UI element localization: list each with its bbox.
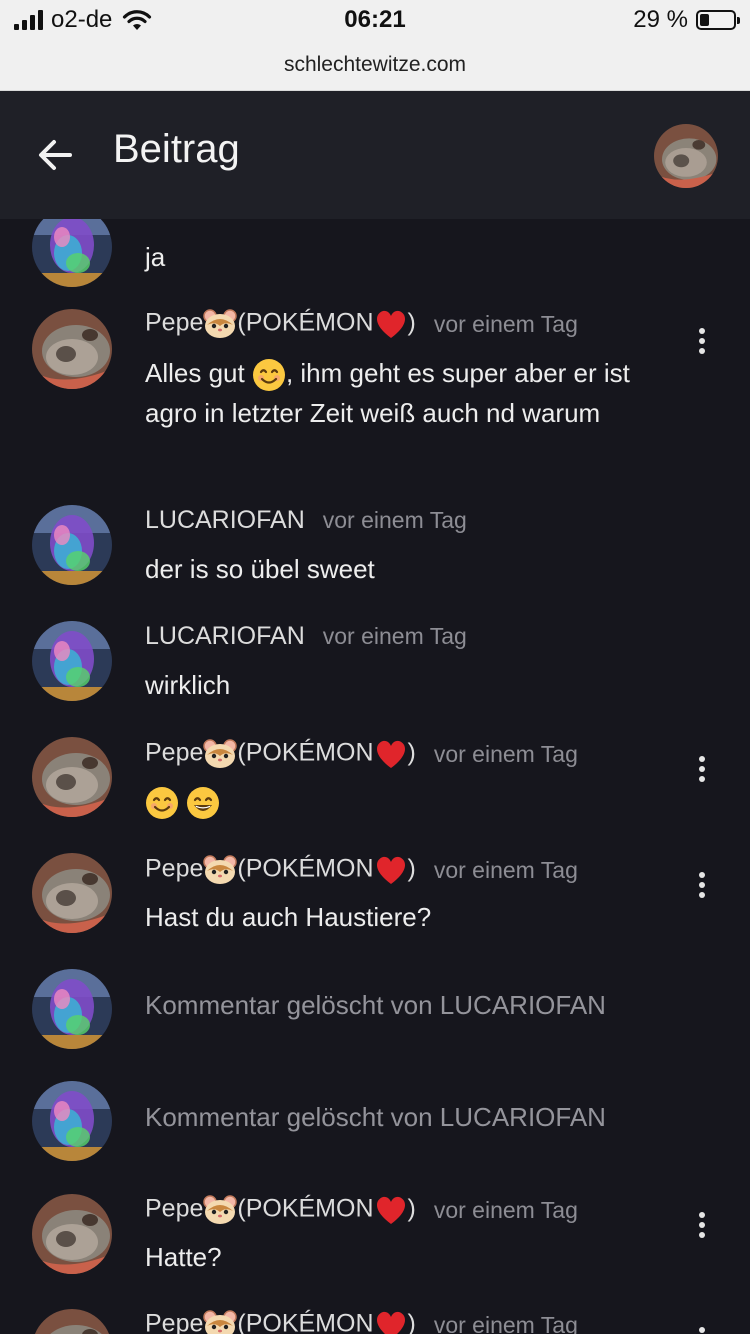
vertical-dots-icon[interactable] xyxy=(692,328,712,358)
red-heart-emoji xyxy=(376,1196,405,1224)
comment-text: Alles gut , ihm geht es super aber er is… xyxy=(145,353,685,433)
comment-text-part: Alles gut xyxy=(145,358,252,388)
battery-percentage: 29 % xyxy=(633,6,688,33)
comment-feed[interactable]: ja Pepe (POKÉMON) vor einem Tag Alles gut , … xyxy=(0,219,750,1334)
author-suffix: (POKÉMON xyxy=(237,1309,374,1334)
avatar[interactable] xyxy=(32,1194,112,1274)
author-name[interactable]: Pepe (POKÉMON) xyxy=(145,1194,416,1226)
page-title: Beitrag xyxy=(113,127,240,171)
vertical-dots-icon[interactable] xyxy=(692,1327,712,1334)
comment-meta: LUCARIOFAN vor einem Tag xyxy=(145,622,467,651)
hamster-emoji xyxy=(203,309,238,338)
smiling-face-emoji xyxy=(252,359,285,392)
comment-meta: Pepe (POKÉMON) vor einem Tag xyxy=(145,738,578,770)
author-name[interactable]: Pepe (POKÉMON) xyxy=(145,854,416,886)
avatar[interactable] xyxy=(32,505,112,585)
hamster-emoji xyxy=(203,1310,238,1334)
timestamp: vor einem Tag xyxy=(433,740,578,767)
red-heart-emoji xyxy=(376,310,405,338)
author-name[interactable]: Pepe (POKÉMON) xyxy=(145,1309,416,1334)
deleted-comment-text: Kommentar gelöscht von LUCARIOFAN xyxy=(145,990,606,1020)
comment-text: der is so übel sweet xyxy=(145,554,375,584)
avatar[interactable] xyxy=(32,853,112,933)
avatar[interactable] xyxy=(32,1081,112,1161)
author-suffix-close: ) xyxy=(407,854,416,883)
comment-meta: Pepe (POKÉMON) vor einem Tag xyxy=(145,308,578,340)
author-suffix: (POKÉMON xyxy=(237,738,374,767)
author-suffix: (POKÉMON xyxy=(237,854,374,883)
comment-text: Hast du auch Haustiere? xyxy=(145,902,432,932)
avatar[interactable] xyxy=(32,969,112,1049)
author-name[interactable]: Pepe (POKÉMON) xyxy=(145,738,416,770)
comment-meta: Pepe (POKÉMON) vor einem Tag xyxy=(145,1194,578,1226)
comment-meta: LUCARIOFAN vor einem Tag xyxy=(145,506,467,535)
timestamp: vor einem Tag xyxy=(322,623,467,649)
avatar[interactable] xyxy=(32,1309,112,1334)
avatar[interactable] xyxy=(32,737,112,817)
status-right: 29 % xyxy=(633,6,740,34)
timestamp: vor einem Tag xyxy=(433,1311,578,1334)
timestamp: vor einem Tag xyxy=(433,310,578,337)
url-bar[interactable]: schlechtewitze.com xyxy=(0,42,750,91)
smiling-face-emoji xyxy=(146,787,178,820)
vertical-dots-icon[interactable] xyxy=(692,756,712,786)
author-name[interactable]: LUCARIOFAN xyxy=(145,622,305,651)
comment-text: ja xyxy=(145,242,166,272)
profile-avatar[interactable] xyxy=(654,124,718,188)
author-suffix-close: ) xyxy=(407,308,416,337)
red-heart-emoji xyxy=(376,856,405,884)
comment-meta: Pepe (POKÉMON) vor einem Tag xyxy=(145,1309,578,1334)
author-suffix: (POKÉMON xyxy=(237,1194,374,1223)
author-suffix-close: ) xyxy=(407,1194,416,1223)
red-heart-emoji xyxy=(376,740,405,768)
timestamp: vor einem Tag xyxy=(433,1196,578,1223)
author-suffix-close: ) xyxy=(407,738,416,767)
hamster-emoji xyxy=(203,1195,238,1224)
vertical-dots-icon[interactable] xyxy=(692,872,712,902)
hamster-emoji xyxy=(203,855,238,884)
author-suffix-close: ) xyxy=(407,1309,416,1334)
grinning-face-emoji xyxy=(187,787,220,820)
arrow-left-icon[interactable] xyxy=(36,135,76,175)
deleted-comment-text: Kommentar gelöscht von LUCARIOFAN xyxy=(145,1102,606,1132)
app-header: Beitrag xyxy=(0,91,750,219)
avatar[interactable] xyxy=(32,621,112,701)
author-name[interactable]: LUCARIOFAN xyxy=(145,506,305,535)
avatar[interactable] xyxy=(32,219,112,287)
comment-meta: Pepe (POKÉMON) vor einem Tag xyxy=(145,854,578,886)
vertical-dots-icon[interactable] xyxy=(692,1212,712,1242)
author-name[interactable]: Pepe (POKÉMON) xyxy=(145,308,416,340)
comment-text: wirklich xyxy=(145,670,231,700)
status-bar: o2-de 06:21 29 % xyxy=(0,0,750,42)
hamster-emoji xyxy=(203,739,238,768)
battery-icon xyxy=(696,10,740,30)
timestamp: vor einem Tag xyxy=(322,507,467,533)
avatar[interactable] xyxy=(32,309,112,389)
red-heart-emoji xyxy=(376,1311,405,1334)
comment-text: Hatte? xyxy=(145,1242,222,1272)
timestamp: vor einem Tag xyxy=(433,856,578,883)
author-suffix: (POKÉMON xyxy=(237,308,374,337)
comment-text xyxy=(145,781,685,821)
